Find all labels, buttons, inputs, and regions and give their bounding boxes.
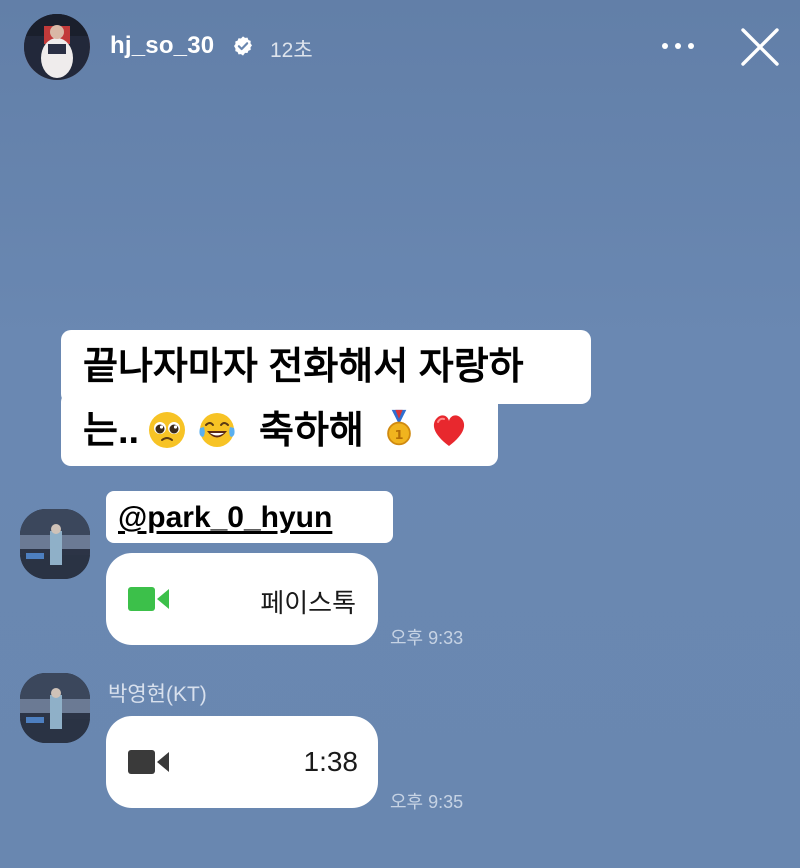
chat-avatar-photo	[20, 673, 90, 743]
caption-text-suffix: 축하해	[259, 410, 364, 452]
chat-avatar[interactable]	[20, 509, 90, 579]
message-time: 오후 9:35	[390, 792, 464, 812]
pleading-face-emoji-icon	[149, 412, 185, 448]
story-username[interactable]: hj_so_30	[110, 32, 214, 60]
story-time-ago: 12초	[270, 39, 313, 62]
call-duration: 1:38	[303, 746, 359, 777]
caption-line-1: 끝나자마자 전화해서 자랑하	[61, 330, 591, 404]
mention-handle[interactable]: @park_0_hyun	[118, 501, 332, 535]
video-call-bubble[interactable]: 1:38	[106, 716, 378, 808]
mention-sticker[interactable]: @park_0_hyun	[106, 491, 393, 543]
facetime-label: 페이스톡	[260, 588, 356, 618]
chat-avatar-photo	[20, 509, 90, 579]
verified-badge-icon	[234, 36, 252, 56]
story-header: hj_so_30 12초	[0, 0, 800, 100]
tears-of-joy-emoji-icon	[199, 413, 235, 447]
first-place-medal-emoji-icon: 1	[387, 409, 411, 446]
svg-text:1: 1	[395, 427, 404, 442]
facetime-call-bubble[interactable]: 페이스톡	[106, 553, 378, 645]
caption-text-line-1: 끝나자마자 전화해서 자랑하	[83, 346, 524, 388]
avatar-photo	[24, 14, 90, 80]
red-heart-emoji-icon	[433, 415, 465, 446]
video-camera-icon	[128, 587, 169, 611]
more-dots-icon[interactable]	[660, 36, 696, 56]
story-viewer: hj_so_30 12초 는.. 축하해 1 끝나자마자 전화해서 자랑하 @p…	[0, 0, 800, 868]
profile-avatar[interactable]	[24, 14, 90, 80]
video-camera-icon	[128, 750, 169, 774]
sender-name: 박영현(KT)	[108, 683, 207, 706]
close-icon[interactable]	[738, 25, 782, 69]
message-time: 오후 9:33	[390, 628, 464, 648]
caption-text-prefix: 는..	[83, 410, 140, 452]
chat-avatar[interactable]	[20, 673, 90, 743]
